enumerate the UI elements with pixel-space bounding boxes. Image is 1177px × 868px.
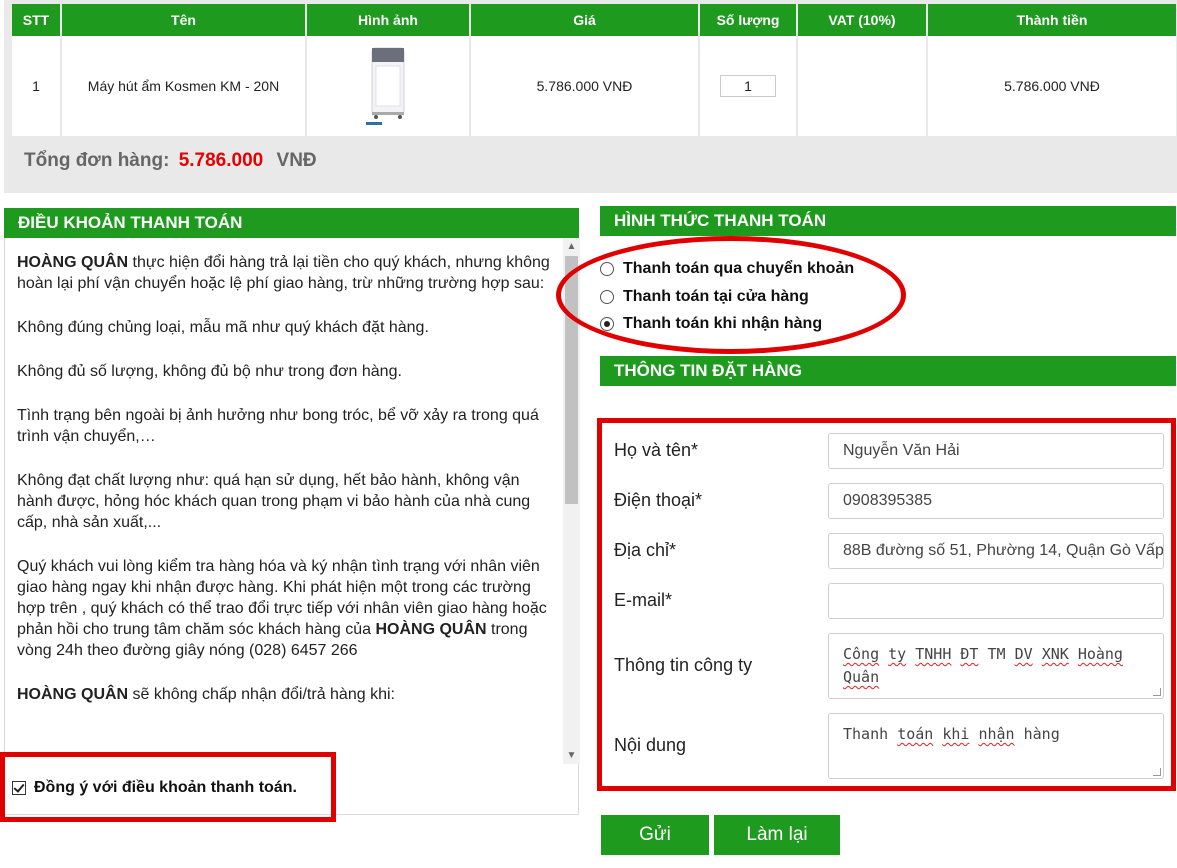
terms-paragraph: Quý khách vui lòng kiểm tra hàng hóa và …: [17, 556, 555, 661]
cart-table: STT Tên Hình ảnh Giá Số lượng VAT (10%) …: [10, 4, 1177, 136]
order-total-amount: 5.786.000: [178, 150, 264, 171]
cell-stt: 1: [12, 36, 60, 136]
cell-product-name: Máy hút ẩm Kosmen KM - 20N: [62, 36, 305, 136]
terms-paragraph: HOÀNG QUÂN sẽ không chấp nhận đổi/trả hà…: [17, 684, 555, 705]
quantity-input[interactable]: 1: [720, 75, 776, 97]
highlight-ellipse-payment: [556, 236, 906, 354]
product-image: [358, 42, 418, 128]
submit-button[interactable]: Gửi: [601, 815, 709, 855]
terms-paragraph: Không đạt chất lượng như: quá hạn sử dụn…: [17, 472, 531, 531]
cell-quantity: 1: [700, 36, 796, 136]
terms-paragraph: HOÀNG QUÂN thực hiện đổi hàng trả lại ti…: [17, 252, 555, 294]
order-total-currency: VNĐ: [276, 150, 317, 171]
highlight-box-agree: [0, 752, 336, 822]
order-info-heading: THÔNG TIN ĐẶT HÀNG: [600, 356, 1176, 386]
terms-paragraph-text: sẽ không chấp nhận đổi/trả hàng khi:: [128, 686, 395, 703]
terms-paragraph: Tình trạng bên ngoài bị ảnh hưởng như bo…: [17, 407, 539, 445]
highlight-box-order-form: [597, 418, 1176, 791]
terms-text[interactable]: HOÀNG QUÂN thực hiện đổi hàng trả lại ti…: [5, 238, 563, 764]
brand-name: HOÀNG QUÂN: [17, 686, 129, 703]
table-row: 1 Máy hút ẩm Kosmen KM - 20N 5.786.000 V…: [12, 36, 1176, 136]
reset-button[interactable]: Làm lại: [714, 815, 840, 855]
scroll-up-icon[interactable]: ▲: [563, 238, 580, 255]
order-total-label: Tổng đơn hàng:: [24, 150, 170, 171]
cart-section: STT Tên Hình ảnh Giá Số lượng VAT (10%) …: [4, 0, 1177, 193]
scroll-down-icon[interactable]: ▼: [563, 747, 580, 764]
col-header-vat: VAT (10%): [798, 4, 926, 36]
order-total: Tổng đơn hàng: 5.786.000 VNĐ: [24, 150, 317, 172]
payment-heading: HÌNH THỨC THANH TOÁN: [600, 206, 1176, 236]
col-header-price: Giá: [471, 4, 698, 36]
terms-paragraph: Không đúng chủng loại, mẫu mã như quý kh…: [17, 319, 429, 336]
brand-name: HOÀNG QUÂN: [17, 254, 129, 271]
cell-product-image: [307, 36, 469, 136]
col-header-image: Hình ảnh: [307, 4, 469, 36]
cell-subtotal: 5.786.000 VNĐ: [928, 36, 1176, 136]
terms-heading: ĐIỀU KHOẢN THANH TOÁN: [4, 208, 579, 238]
col-header-subtotal: Thành tiền: [928, 4, 1176, 36]
col-header-stt: STT: [12, 4, 60, 36]
col-header-name: Tên: [62, 4, 305, 36]
col-header-quantity: Số lượng: [700, 4, 796, 36]
terms-panel: HOÀNG QUÂN thực hiện đổi hàng trả lại ti…: [4, 238, 580, 815]
cell-price: 5.786.000 VNĐ: [471, 36, 698, 136]
terms-paragraph: Không đủ số lượng, không đủ bộ như trong…: [17, 363, 402, 380]
brand-name: HOÀNG QUÂN: [375, 621, 487, 638]
cell-vat: [798, 36, 926, 136]
